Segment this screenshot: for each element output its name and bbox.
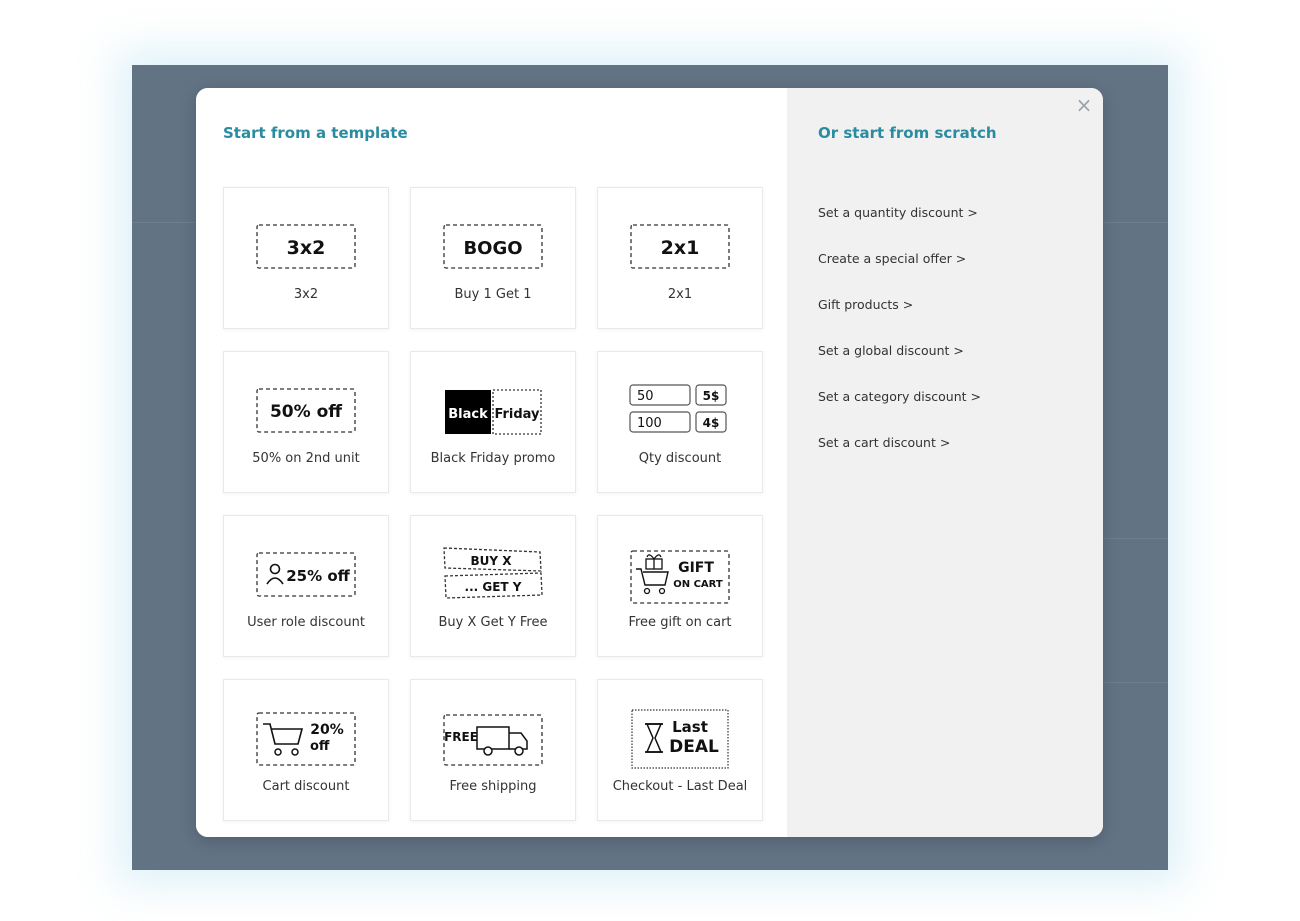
template-card-label: Checkout - Last Deal: [612, 778, 748, 794]
icon-text: 20%: [310, 722, 344, 738]
icon-text: Black: [448, 407, 488, 422]
template-card-gift-cart-badge[interactable]: GIFT ON CART Free gift on cart: [597, 515, 763, 657]
scratch-link-2[interactable]: Create a special offer >: [818, 249, 981, 295]
backdrop-line: [1103, 538, 1168, 539]
icon-text: 2x1: [661, 237, 700, 259]
template-pane: Start from a template 3x2 3x2 BOGO Buy 1 Ge…: [196, 88, 787, 837]
template-card-cart-discount-badge[interactable]: 20% off Cart discount: [223, 679, 389, 821]
template-card-label: Cart discount: [262, 778, 350, 794]
scratch-link-3[interactable]: Gift products >: [818, 295, 981, 341]
free-shipping-truck-icon: FREE: [443, 713, 543, 766]
icon-text: GIFT: [678, 560, 714, 576]
template-card-user-role-badge[interactable]: 25% off User role discount: [223, 515, 389, 657]
template-card-label: Buy 1 Get 1: [454, 286, 532, 302]
template-card-label: Free gift on cart: [628, 614, 732, 630]
template-card-qty-table[interactable]: 50 5$ 100 4$ Qty discount: [597, 351, 763, 493]
icon-text: 50: [637, 389, 654, 404]
template-card-black-friday-badge[interactable]: Black Friday Black Friday promo: [410, 351, 576, 493]
bogo-badge-icon: BOGO: [443, 223, 543, 269]
template-picker-modal: Start from a template 3x2 3x2 BOGO Buy 1 Ge…: [196, 88, 1103, 837]
template-card-free-shipping-truck[interactable]: FREE Free shipping: [410, 679, 576, 821]
template-pane-title: Start from a template: [223, 124, 408, 142]
icon-text: BUY X: [470, 554, 512, 568]
template-card-hourglass-last-deal[interactable]: Last DEAL Checkout - Last Deal: [597, 679, 763, 821]
icon-text: 3x2: [287, 237, 326, 259]
scratch-link-4[interactable]: Set a global discount >: [818, 341, 981, 387]
qty-table-icon: 50 5$ 100 4$: [629, 383, 727, 433]
black-friday-badge-icon: Black Friday: [445, 388, 542, 435]
icon-text: Last: [672, 718, 708, 736]
user-role-badge-icon: 25% off: [256, 551, 356, 597]
template-card-buy-x-get-y-ticket[interactable]: BUY X ... GET Y Buy X Get Y Free: [410, 515, 576, 657]
template-card-label: User role discount: [247, 614, 365, 630]
template-card-3x2-badge[interactable]: 3x2 3x2: [223, 187, 389, 329]
close-icon: ×: [1075, 93, 1093, 117]
scratch-link-1[interactable]: Set a quantity discount >: [818, 203, 981, 249]
icon-text: off: [310, 739, 330, 754]
buy-x-get-y-ticket-icon: BUY X ... GET Y: [443, 546, 543, 599]
template-card-label: Buy X Get Y Free: [438, 614, 548, 630]
icon-text: Friday: [494, 407, 540, 422]
icon-text: FREE: [444, 730, 478, 744]
percent-off-badge-icon: 50% off: [256, 387, 356, 433]
close-button[interactable]: ×: [1073, 94, 1095, 116]
template-card-label: 3x2: [293, 286, 319, 302]
template-card-2x1-badge[interactable]: 2x1 2x1: [597, 187, 763, 329]
scratch-link-list: Set a quantity discount > Create a specia…: [818, 203, 981, 479]
cart-discount-badge-icon: 20%off: [256, 711, 356, 766]
icon-text: 5$: [703, 389, 720, 403]
scratch-link-5[interactable]: Set a category discount >: [818, 387, 981, 433]
template-card-label: 50% on 2nd unit: [252, 450, 360, 466]
icon-text: 50% off: [270, 402, 342, 422]
icon-text: DEAL: [669, 737, 719, 757]
template-card-label: 2x1: [667, 286, 693, 302]
scratch-pane-title: Or start from scratch: [818, 124, 997, 142]
icon-text: 25% off: [286, 567, 350, 585]
3x2-badge-icon: 3x2: [256, 223, 356, 269]
icon-text: ON CART: [673, 579, 723, 590]
icon-text: 100: [637, 416, 662, 431]
template-card-bogo-badge[interactable]: BOGO Buy 1 Get 1: [410, 187, 576, 329]
backdrop-line: [1103, 222, 1168, 223]
2x1-badge-icon: 2x1: [630, 223, 730, 269]
hourglass-last-deal-icon: LastDEAL: [631, 708, 729, 769]
gift-cart-badge-icon: GIFT ON CART: [630, 549, 730, 604]
template-card-label: Black Friday promo: [430, 450, 556, 466]
scratch-link-6[interactable]: Set a cart discount >: [818, 433, 981, 479]
icon-text: BOGO: [463, 238, 522, 259]
icon-text: 4$: [703, 416, 720, 430]
backdrop-line: [132, 222, 196, 223]
template-card-label: Qty discount: [638, 450, 722, 466]
scratch-pane: Or start from scratch Set a quantity dis…: [787, 88, 1103, 837]
template-card-label: Free shipping: [449, 778, 537, 794]
backdrop-line: [1103, 682, 1168, 683]
template-grid: 3x2 3x2 BOGO Buy 1 Get 1 2x1 2x1 50% off 50% on…: [223, 187, 763, 821]
icon-text: ... GET Y: [465, 580, 522, 594]
template-card-percent-off-badge[interactable]: 50% off 50% on 2nd unit: [223, 351, 389, 493]
